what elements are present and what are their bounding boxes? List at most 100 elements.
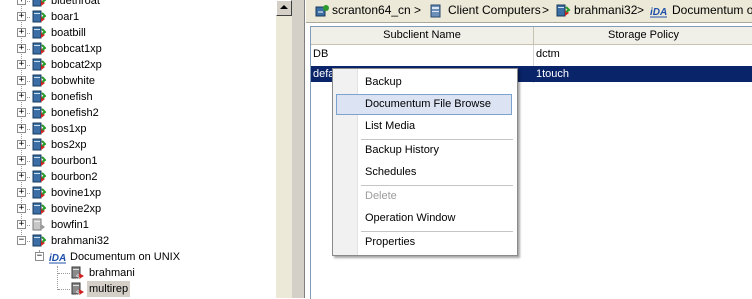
expand-plus-icon[interactable]: + <box>17 92 26 101</box>
expand-plus-icon[interactable]: + <box>17 172 26 181</box>
tree-item-label: bos1xp <box>51 123 87 135</box>
tree-item-label: brahmani <box>89 267 135 279</box>
tree-item[interactable]: − iDA Documentum on UNIX <box>0 249 276 265</box>
expand-plus-icon[interactable]: + <box>17 156 26 165</box>
expand-plus-icon[interactable]: + <box>17 140 26 149</box>
tree-item[interactable]: + bourbon1 <box>0 153 276 169</box>
client-computer-disabled-icon <box>32 218 45 231</box>
breadcrumb-separator: > <box>414 3 422 17</box>
tree-item[interactable]: + bobcat2xp <box>0 57 276 73</box>
svg-text:S: S <box>76 274 80 280</box>
expand-plus-icon[interactable]: + <box>17 108 26 117</box>
client-computer-icon <box>32 74 46 87</box>
scroll-up-button[interactable] <box>276 0 292 16</box>
tree-item-label: Documentum on UNIX <box>70 251 181 263</box>
tree-item[interactable]: + bowfin1 <box>0 217 276 233</box>
tree-item[interactable]: S brahmani <box>0 265 276 281</box>
tree-item-label: bobcat2xp <box>51 59 102 71</box>
tree-item[interactable]: + bourbon2 <box>0 169 276 185</box>
table-cell-subclient[interactable]: DB <box>311 46 531 62</box>
table-cell-storage-policy[interactable]: 1touch <box>534 66 752 82</box>
menu-item-delete: Delete <box>365 190 397 202</box>
breadcrumb-item[interactable]: brahmani32 <box>574 0 637 22</box>
expand-plus-icon[interactable]: + <box>17 124 26 133</box>
tree-item[interactable]: S multirep <box>0 281 276 297</box>
svg-text:iDA: iDA <box>650 7 667 18</box>
tree-item-label: bovine1xp <box>51 187 102 199</box>
client-computer-icon <box>32 138 46 151</box>
tree-item-label: boatbill <box>51 27 86 39</box>
expand-plus-icon[interactable]: + <box>17 220 26 229</box>
breadcrumb-item[interactable]: Client Computers <box>448 0 541 22</box>
client-computer-icon <box>32 58 46 71</box>
tree-item[interactable]: + bonefish2 <box>0 105 276 121</box>
ida-icon: iDA <box>650 7 667 18</box>
tree-item-label: bobwhite <box>51 75 96 87</box>
menu-item-backup-history[interactable]: Backup History <box>336 140 512 161</box>
tree-item-label: bluethroat <box>51 0 100 7</box>
expand-plus-icon[interactable]: + <box>17 60 26 69</box>
tree-item-label: bobcat1xp <box>51 43 102 55</box>
collapse-minus-icon[interactable]: − <box>35 252 44 261</box>
tree-item-label: bonefish2 <box>51 107 99 119</box>
tree-item[interactable]: + bos2xp <box>0 137 276 153</box>
menu-item-operation-window[interactable]: Operation Window <box>336 208 512 229</box>
tree-item-label: bourbon1 <box>51 155 98 167</box>
client-computer-icon <box>32 122 46 135</box>
client-computer-icon <box>32 170 46 183</box>
breadcrumb: scranton64_cn > Client Computers > brahm… <box>306 0 752 23</box>
column-header-storage-policy[interactable]: Storage Policy <box>534 27 752 45</box>
expand-plus-icon[interactable]: + <box>17 188 26 197</box>
expand-plus-icon[interactable]: + <box>17 76 26 85</box>
client-computers-icon <box>430 4 441 18</box>
svg-text:iDA: iDA <box>49 253 66 264</box>
breadcrumb-separator: > <box>637 3 645 17</box>
tree-item-label: bovine2xp <box>51 203 102 215</box>
menu-item-properties[interactable]: Properties <box>336 232 512 253</box>
tree-item[interactable]: + bos1xp <box>0 121 276 137</box>
tree-item[interactable]: + bobcat1xp <box>0 41 276 57</box>
breadcrumb-item[interactable]: scranton64_cn <box>332 0 411 22</box>
tree-item-label: bonefish <box>51 91 93 103</box>
instance-icon: S <box>71 282 84 296</box>
tree-item-label: boar1 <box>51 11 80 23</box>
client-computer-icon <box>32 106 46 119</box>
client-computer-icon <box>32 26 46 39</box>
menu-item-list-media[interactable]: List Media <box>336 116 512 137</box>
client-tree[interactable]: + bluethroat + boar1 + boatbill + bobcat… <box>0 0 276 298</box>
tree-item[interactable]: + boatbill <box>0 25 276 41</box>
breadcrumb-separator: > <box>542 3 550 17</box>
pane-splitter[interactable] <box>292 0 305 298</box>
client-computer-icon <box>32 202 46 215</box>
tree-item[interactable]: + bovine1xp <box>0 185 276 201</box>
expand-plus-icon[interactable]: + <box>17 204 26 213</box>
column-header-subclient-name[interactable]: Subclient Name <box>311 27 534 45</box>
svg-text:S: S <box>76 290 80 296</box>
client-computer-icon <box>32 90 46 103</box>
expand-plus-icon[interactable]: + <box>17 12 26 21</box>
tree-item[interactable]: + bonefish <box>0 89 276 105</box>
client-computer-icon <box>32 0 46 7</box>
tree-item-label: multirep <box>87 281 131 297</box>
tree-scrollbar[interactable] <box>276 0 292 298</box>
menu-item-schedules[interactable]: Schedules <box>336 162 512 183</box>
client-computer-icon <box>556 4 571 17</box>
breadcrumb-item[interactable]: Documentum on <box>672 0 752 22</box>
expand-plus-icon[interactable]: + <box>17 44 26 53</box>
menu-item-backup[interactable]: Backup <box>336 72 512 93</box>
expand-plus-icon[interactable]: + <box>17 0 26 5</box>
tree-item[interactable]: − brahmani32 <box>0 233 276 249</box>
tree-item[interactable]: + boar1 <box>0 9 276 25</box>
tree-item[interactable]: + bovine2xp <box>0 201 276 217</box>
ida-icon: iDA <box>49 253 66 264</box>
instance-icon: S <box>71 266 84 280</box>
expand-plus-icon[interactable]: + <box>17 28 26 37</box>
client-computer-icon <box>32 186 46 199</box>
client-computer-icon <box>32 234 46 247</box>
tree-item[interactable]: + bobwhite <box>0 73 276 89</box>
collapse-minus-icon[interactable]: − <box>17 236 26 245</box>
tree-item[interactable]: + bluethroat <box>0 0 276 9</box>
client-computer-icon <box>32 154 46 167</box>
menu-item-documentum-file-browse[interactable]: Documentum File Browse <box>336 94 512 115</box>
table-cell-storage-policy[interactable]: dctm <box>534 46 752 62</box>
